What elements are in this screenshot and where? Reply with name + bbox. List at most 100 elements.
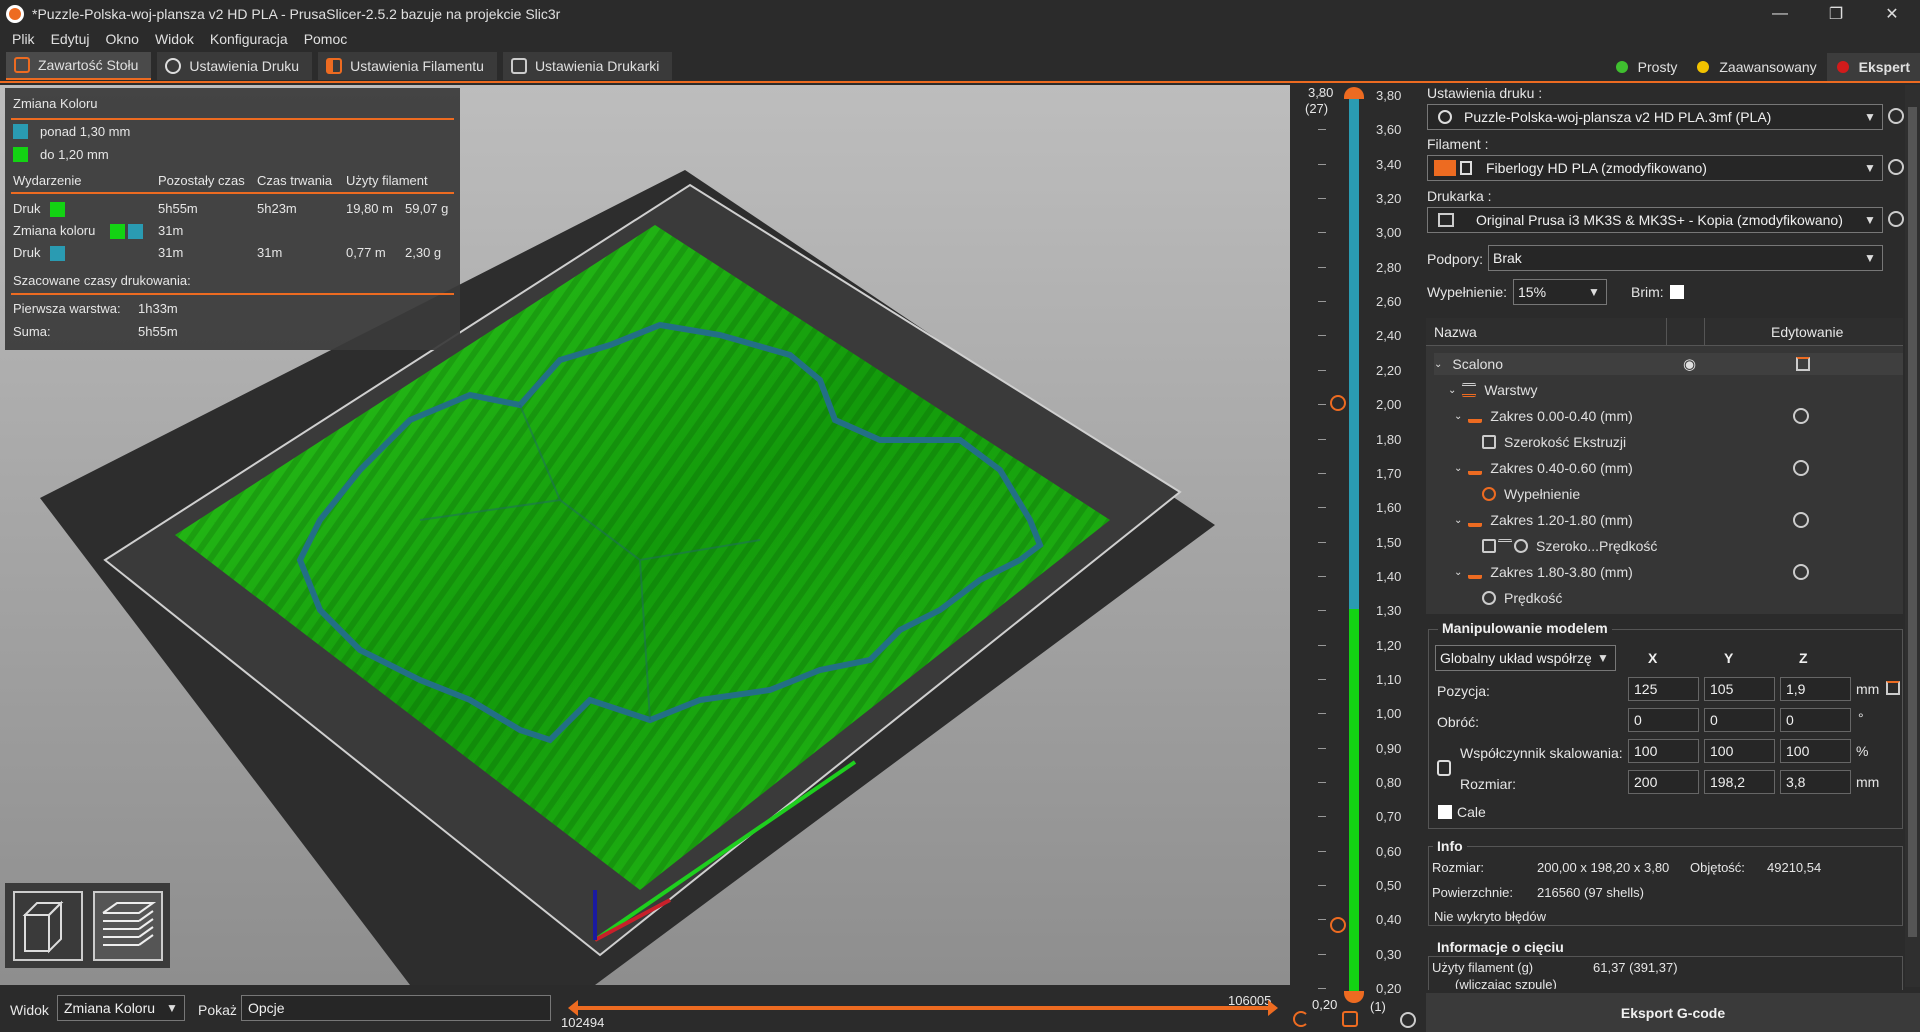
brim-checkbox[interactable] [1670, 285, 1684, 299]
tree-row-range[interactable]: ⌄ Zakres 1.80-3.80 (mm) [1454, 561, 1633, 583]
slider-tick-label: 3,20 [1376, 191, 1402, 207]
scale-x-input[interactable]: 100 [1628, 739, 1699, 763]
position-x-input[interactable]: 125 [1628, 677, 1699, 701]
edit-preset-icon[interactable] [1888, 159, 1904, 175]
tree-row-range[interactable]: ⌄ Zakres 0.40-0.60 (mm) [1454, 457, 1633, 479]
filament-select[interactable]: Fiberlogy HD PLA (zmodyfikowano) ▼ [1427, 155, 1883, 181]
color-change-marker-icon[interactable] [1330, 395, 1346, 411]
size-z-input[interactable]: 3,8 [1780, 770, 1851, 794]
mode-expert[interactable]: Ekspert [1826, 53, 1920, 81]
reset-rotate-icon[interactable] [1293, 1011, 1309, 1027]
menu-configuration[interactable]: Konfiguracja [202, 31, 296, 47]
tab-print-settings[interactable]: Ustawienia Druku [157, 52, 313, 80]
lower-thumb[interactable] [1344, 991, 1364, 1003]
filament-value: Fiberlogy HD PLA (zmodyfikowano) [1486, 160, 1707, 176]
menu-view[interactable]: Widok [147, 31, 202, 47]
tree-row-setting[interactable]: Wypełnienie [1482, 483, 1580, 505]
chevron-down-icon: ▼ [1864, 213, 1876, 227]
slider-tick [1318, 644, 1326, 646]
gear-icon[interactable] [1793, 564, 1809, 580]
move-left-thumb[interactable] [568, 1000, 578, 1016]
total-value: 5h55m [138, 324, 178, 339]
tab-plater[interactable]: Zawartość Stołu [6, 52, 152, 80]
gear-icon[interactable] [1793, 512, 1809, 528]
settings-cog-icon[interactable] [1400, 1012, 1416, 1028]
sidebar-scrollbar[interactable] [1905, 85, 1920, 987]
lock-scale-icon[interactable] [1437, 760, 1451, 776]
scale-y-input[interactable]: 100 [1704, 739, 1775, 763]
export-gcode-button[interactable]: Eksport G-code [1426, 993, 1920, 1032]
scale-unit: % [1856, 743, 1869, 759]
slider-tick [1318, 541, 1326, 543]
slider-tick-label: 0,20 [1376, 981, 1402, 997]
3d-view-button[interactable] [13, 891, 83, 961]
chevron-down-icon: ⌄ [1448, 384, 1457, 396]
mode-advanced[interactable]: Zaawansowany [1687, 53, 1826, 81]
tree-row-layers[interactable]: ⌄ Warstwy [1448, 379, 1538, 401]
position-z-input[interactable]: 1,9 [1780, 677, 1851, 701]
infill-select[interactable]: 15% ▼ [1513, 279, 1607, 305]
first-layer-label: Pierwsza warstwa: [13, 301, 121, 316]
tree-row-setting[interactable]: Prędkość [1482, 587, 1562, 609]
slider-tick-label: 1,70 [1376, 465, 1402, 481]
rotation-y-input[interactable]: 0 [1704, 708, 1775, 732]
scale-z-input[interactable]: 100 [1780, 739, 1851, 763]
edit-preset-icon[interactable] [1888, 108, 1904, 124]
slider-tick [1318, 198, 1326, 200]
simple-mode-icon [1615, 61, 1628, 73]
preview-layers-button[interactable] [93, 891, 163, 961]
inches-label: Cale [1457, 804, 1486, 820]
rotation-z-input[interactable]: 0 [1780, 708, 1851, 732]
gear-icon[interactable] [1793, 460, 1809, 476]
mode-simple[interactable]: Prosty [1606, 53, 1688, 81]
color-change-marker-icon[interactable] [1330, 917, 1346, 933]
printer-select[interactable]: Original Prusa i3 MK3S & MK3S+ - Kopia (… [1427, 207, 1883, 233]
menu-help[interactable]: Pomoc [296, 31, 356, 47]
tab-printer-settings[interactable]: Ustawienia Drukarki [502, 52, 673, 80]
size-x-input[interactable]: 200 [1628, 770, 1699, 794]
gear-icon[interactable] [1793, 408, 1809, 424]
maximize-button[interactable]: ❐ [1808, 0, 1864, 27]
coordinate-system-select[interactable]: Globalny układ współrzę ▼ [1435, 645, 1616, 671]
slider-tick [1318, 472, 1326, 474]
close-button[interactable]: ✕ [1864, 0, 1920, 27]
legend-item: ponad 1,30 mm [13, 124, 130, 139]
minimize-button[interactable]: — [1752, 0, 1808, 27]
eye-icon[interactable]: ◉ [1683, 355, 1696, 373]
size-y-input[interactable]: 198,2 [1704, 770, 1775, 794]
tab-filament-settings[interactable]: Ustawienia Filamentu [318, 52, 497, 80]
show-options-select[interactable]: Opcje [241, 995, 551, 1021]
move-right-thumb[interactable] [1268, 1000, 1278, 1016]
menu-file[interactable]: Plik [4, 31, 43, 47]
color-swatch [128, 224, 143, 239]
tree-row-range[interactable]: ⌄ Zakres 1.20-1.80 (mm) [1454, 509, 1633, 531]
slider-tick [1318, 713, 1326, 715]
position-y-input[interactable]: 105 [1704, 677, 1775, 701]
tree-row-label: Scalono [1452, 356, 1503, 372]
column-divider [1704, 318, 1705, 346]
edit-preset-icon[interactable] [1888, 211, 1904, 227]
view-type-select[interactable]: Zmiana Koloru ▼ [57, 995, 185, 1021]
tree-row-range[interactable]: ⌄ Zakres 0.00-0.40 (mm) [1454, 405, 1633, 427]
inches-checkbox[interactable] [1438, 805, 1452, 819]
menu-window[interactable]: Okno [97, 31, 146, 47]
drop-to-bed-icon[interactable] [1886, 681, 1900, 695]
slider-tick [1318, 163, 1326, 165]
slider-tick-label: 0,70 [1376, 809, 1402, 825]
tree-row-label: Szeroko...Prędkość [1536, 538, 1658, 554]
lock-icon[interactable] [1342, 1011, 1358, 1027]
menu-edit[interactable]: Edytuj [43, 31, 98, 47]
tree-row-merged[interactable]: ⌄ Scalono ◉ [1434, 353, 1903, 375]
tree-row-setting[interactable]: Szeroko...Prędkość [1482, 535, 1657, 557]
tree-row-setting[interactable]: Szerokość Ekstruzji [1482, 431, 1626, 453]
slider-tick [1318, 885, 1326, 887]
edit-object-icon[interactable] [1796, 357, 1810, 371]
print-settings-select[interactable]: Puzzle-Polska-woj-plansza v2 HD PLA.3mf … [1427, 104, 1883, 130]
upper-thumb[interactable] [1344, 87, 1364, 99]
layer-range-icon [1468, 461, 1483, 475]
bottom-layer-number: (1) [1370, 999, 1386, 1014]
scrollbar-thumb[interactable] [1908, 107, 1917, 937]
rotation-x-input[interactable]: 0 [1628, 708, 1699, 732]
supports-select[interactable]: Brak ▼ [1488, 245, 1883, 271]
layer-slider[interactable]: 3,80 (27) 0,20 (1) 3,80 3,60 3,40 3,20 3,00 2… [1290, 85, 1425, 1032]
